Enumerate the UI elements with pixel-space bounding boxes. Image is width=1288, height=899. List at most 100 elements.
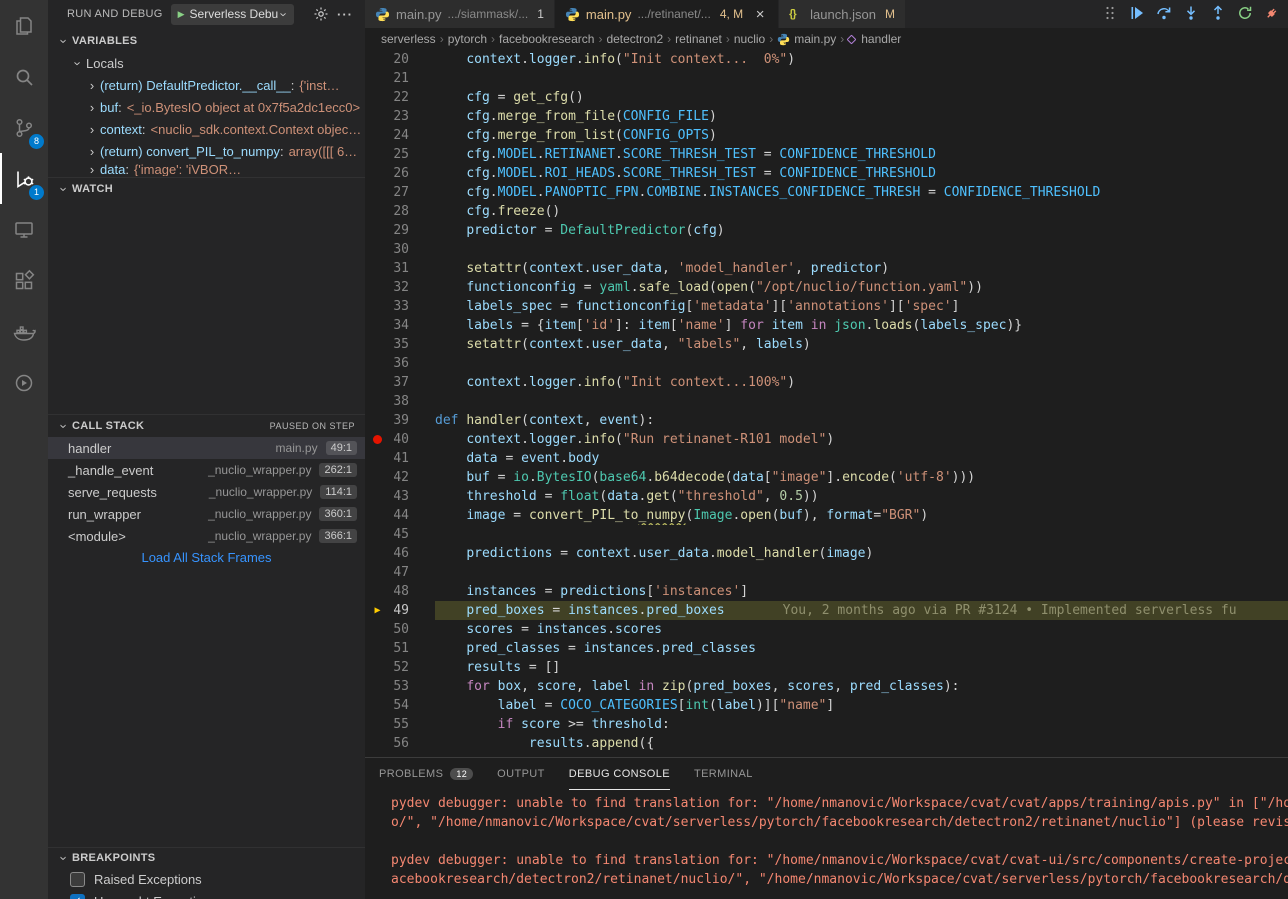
activity-item-source-control[interactable]: 8 xyxy=(0,102,48,153)
breadcrumb-item-retinanet[interactable]: retinanet xyxy=(675,32,722,46)
line-number[interactable]: 24 xyxy=(365,126,435,145)
stack-frame[interactable]: run_wrapper_nuclio_wrapper.py360:1 xyxy=(48,503,365,525)
code-editor[interactable]: 20 context.logger.info("Init context... … xyxy=(365,50,1288,757)
line-number[interactable]: 44 xyxy=(365,506,435,525)
line-number[interactable]: 36 xyxy=(365,354,435,373)
code-line-49[interactable]: ▶49 pred_boxes = instances.pred_boxesYou… xyxy=(365,601,1288,620)
code-line-56[interactable]: 56 results.append({ xyxy=(365,734,1288,753)
debug-config-dropdown[interactable]: ▶ Serverless Debu › xyxy=(171,4,294,25)
line-number[interactable]: 55 xyxy=(365,715,435,734)
step-over-button[interactable] xyxy=(1155,6,1172,23)
step-out-button[interactable] xyxy=(1209,6,1226,23)
breadcrumb-item-serverless[interactable]: serverless xyxy=(381,32,436,46)
breakpoint-icon[interactable] xyxy=(370,430,385,449)
breadcrumb-item-main.py[interactable]: main.py xyxy=(777,32,836,46)
line-number[interactable]: 25 xyxy=(365,145,435,164)
code-line-45[interactable]: 45 xyxy=(365,525,1288,544)
close-icon[interactable]: × xyxy=(752,6,768,23)
code-line-31[interactable]: 31 setattr(context.user_data, 'model_han… xyxy=(365,259,1288,278)
code-line-26[interactable]: 26 cfg.MODEL.ROI_HEADS.SCORE_THRESH_TEST… xyxy=(365,164,1288,183)
code-line-47[interactable]: 47 xyxy=(365,563,1288,582)
code-line-20[interactable]: 20 context.logger.info("Init context... … xyxy=(365,50,1288,69)
line-number[interactable]: 22 xyxy=(365,88,435,107)
breadcrumb-item-detectron2[interactable]: detectron2 xyxy=(606,32,663,46)
breadcrumb-item-pytorch[interactable]: pytorch xyxy=(448,32,487,46)
code-line-24[interactable]: 24 cfg.merge_from_list(CONFIG_OPTS) xyxy=(365,126,1288,145)
line-number[interactable]: 53 xyxy=(365,677,435,696)
code-line-52[interactable]: 52 results = [] xyxy=(365,658,1288,677)
line-number[interactable]: 31 xyxy=(365,259,435,278)
checkbox[interactable] xyxy=(70,872,85,887)
breakpoint-row[interactable]: Raised Exceptions xyxy=(48,868,365,890)
code-line-44[interactable]: 44 image = convert_PIL_to_numpy(Image.op… xyxy=(365,506,1288,525)
stack-frame[interactable]: _handle_event_nuclio_wrapper.py262:1 xyxy=(48,459,365,481)
start-debug-icon[interactable]: ▶ xyxy=(178,9,185,20)
continue-button[interactable] xyxy=(1128,6,1145,23)
activity-item-extensions[interactable] xyxy=(0,255,48,306)
panel-tab-problems[interactable]: PROBLEMS12 xyxy=(379,758,473,790)
line-number[interactable]: 35 xyxy=(365,335,435,354)
disconnect-button[interactable] xyxy=(1263,6,1280,23)
activity-item-test-explorer[interactable] xyxy=(0,357,48,408)
line-number[interactable]: 45 xyxy=(365,525,435,544)
variable-row[interactable]: ›data:{'image': 'iVBOR… xyxy=(48,162,365,176)
panel-tab-output[interactable]: OUTPUT xyxy=(497,758,545,790)
line-number[interactable]: 42 xyxy=(365,468,435,487)
line-number[interactable]: 28 xyxy=(365,202,435,221)
line-number[interactable]: 33 xyxy=(365,297,435,316)
code-line-35[interactable]: 35 setattr(context.user_data, "labels", … xyxy=(365,335,1288,354)
line-number[interactable]: 52 xyxy=(365,658,435,677)
line-number[interactable]: 51 xyxy=(365,639,435,658)
editor-tab-main.py[interactable]: main.py.../siammask/...1 xyxy=(365,0,554,28)
editor-tab-main.py[interactable]: main.py.../retinanet/...4, M× xyxy=(555,0,778,28)
variable-row[interactable]: ›(return) DefaultPredictor.__call__:{'in… xyxy=(48,74,365,96)
line-number[interactable]: 50 xyxy=(365,620,435,639)
scope-locals[interactable]: › Locals xyxy=(48,52,365,74)
line-number[interactable]: 26 xyxy=(365,164,435,183)
line-number[interactable]: 43 xyxy=(365,487,435,506)
code-line-33[interactable]: 33 labels_spec = functionconfig['metadat… xyxy=(365,297,1288,316)
code-line-48[interactable]: 48 instances = predictions['instances'] xyxy=(365,582,1288,601)
drag-handle-button[interactable] xyxy=(1101,6,1118,23)
code-line-32[interactable]: 32 functionconfig = yaml.safe_load(open(… xyxy=(365,278,1288,297)
line-number[interactable]: 30 xyxy=(365,240,435,259)
code-line-43[interactable]: 43 threshold = float(data.get("threshold… xyxy=(365,487,1288,506)
code-line-34[interactable]: 34 labels = {item['id']: item['name'] fo… xyxy=(365,316,1288,335)
code-line-21[interactable]: 21 xyxy=(365,69,1288,88)
line-number[interactable]: 46 xyxy=(365,544,435,563)
line-number[interactable]: 27 xyxy=(365,183,435,202)
line-number[interactable]: 54 xyxy=(365,696,435,715)
code-line-27[interactable]: 27 cfg.MODEL.PANOPTIC_FPN.COMBINE.INSTAN… xyxy=(365,183,1288,202)
stack-frame[interactable]: serve_requests_nuclio_wrapper.py114:1 xyxy=(48,481,365,503)
activity-item-run-and-debug[interactable]: 1 xyxy=(0,153,48,204)
breadcrumb-item-facebookresearch[interactable]: facebookresearch xyxy=(499,32,594,46)
editor-tab-launch.json[interactable]: {}launch.jsonM xyxy=(779,0,905,28)
line-number[interactable]: 29 xyxy=(365,221,435,240)
code-line-23[interactable]: 23 cfg.merge_from_file(CONFIG_FILE) xyxy=(365,107,1288,126)
code-line-25[interactable]: 25 cfg.MODEL.RETINANET.SCORE_THRESH_TEST… xyxy=(365,145,1288,164)
code-line-30[interactable]: 30 xyxy=(365,240,1288,259)
breakpoint-row[interactable]: ✓Uncaught Exceptions xyxy=(48,890,365,899)
call-stack-section-header[interactable]: › CALL STACK PAUSED ON STEP xyxy=(48,415,365,437)
code-line-54[interactable]: 54 label = COCO_CATEGORIES[int(label)]["… xyxy=(365,696,1288,715)
variable-row[interactable]: ›context:<nuclio_sdk.context.Context obj… xyxy=(48,118,365,140)
line-number[interactable]: ▶49 xyxy=(365,601,435,620)
line-number[interactable]: 34 xyxy=(365,316,435,335)
code-line-22[interactable]: 22 cfg = get_cfg() xyxy=(365,88,1288,107)
more-actions-icon[interactable]: ··· xyxy=(337,7,353,22)
code-line-46[interactable]: 46 predictions = context.user_data.model… xyxy=(365,544,1288,563)
breakpoints-section-header[interactable]: › BREAKPOINTS xyxy=(48,848,365,868)
variable-row[interactable]: ›(return) convert_PIL_to_numpy:array([[[… xyxy=(48,140,365,162)
activity-item-search[interactable] xyxy=(0,51,48,102)
line-number[interactable]: 40 xyxy=(365,430,435,449)
line-number[interactable]: 38 xyxy=(365,392,435,411)
activity-item-explorer[interactable] xyxy=(0,0,48,51)
variable-row[interactable]: ›buf:<_io.BytesIO object at 0x7f5a2dc1ec… xyxy=(48,96,365,118)
restart-button[interactable] xyxy=(1236,6,1253,23)
code-line-29[interactable]: 29 predictor = DefaultPredictor(cfg) xyxy=(365,221,1288,240)
line-number[interactable]: 41 xyxy=(365,449,435,468)
stack-frame[interactable]: handlermain.py49:1 xyxy=(48,437,365,459)
panel-tab-terminal[interactable]: TERMINAL xyxy=(694,758,753,790)
gear-icon[interactable] xyxy=(313,6,329,22)
code-line-55[interactable]: 55 if score >= threshold: xyxy=(365,715,1288,734)
